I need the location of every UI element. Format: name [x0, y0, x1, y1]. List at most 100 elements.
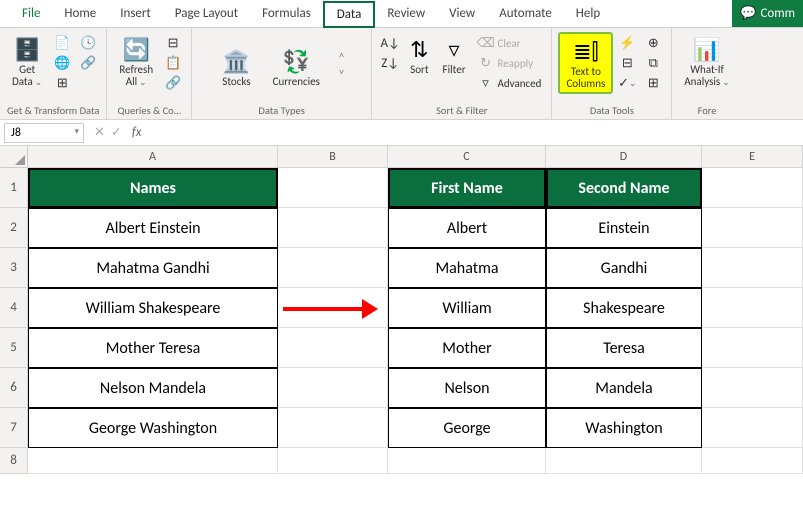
- cell-d4[interactable]: Shakespeare: [546, 288, 702, 328]
- chevron-down-icon[interactable]: ˅: [338, 68, 345, 83]
- existing-connections-button[interactable]: 🔗: [78, 54, 98, 72]
- consolidate-button[interactable]: ⊕: [643, 34, 663, 52]
- from-web-button[interactable]: 🌐: [52, 54, 72, 72]
- cell-b2[interactable]: [278, 208, 388, 248]
- cell-a3[interactable]: Mahatma Gandhi: [28, 248, 278, 288]
- cell-d8[interactable]: [546, 448, 702, 474]
- stocks-button[interactable]: 🏛️ Stocks: [216, 44, 256, 90]
- tab-file[interactable]: File: [10, 2, 52, 25]
- cell-d2[interactable]: Einstein: [546, 208, 702, 248]
- from-table-button[interactable]: ⊞: [52, 74, 72, 92]
- data-types-nav[interactable]: ˄ ˅: [336, 49, 347, 85]
- whatif-button[interactable]: 📊 What-If Analysis: [678, 32, 736, 91]
- tab-automate[interactable]: Automate: [487, 2, 564, 25]
- cell-e8[interactable]: [702, 448, 803, 474]
- reapply-button[interactable]: ↻Reapply: [476, 54, 544, 72]
- cell-b1[interactable]: [278, 168, 388, 208]
- edit-links-button[interactable]: 🔗: [163, 74, 183, 92]
- cell-e6[interactable]: [702, 368, 803, 408]
- col-head-a[interactable]: A: [28, 146, 278, 168]
- text-to-columns-button[interactable]: ≣⫿ Text to Columns: [558, 32, 613, 94]
- cell-a2[interactable]: Albert Einstein: [28, 208, 278, 248]
- row-head-4[interactable]: 4: [0, 288, 28, 328]
- clear-filter-button[interactable]: ⌫Clear: [476, 34, 544, 52]
- cell-c4[interactable]: William: [388, 288, 546, 328]
- enter-formula-button[interactable]: ✓: [111, 125, 122, 140]
- flash-fill-button[interactable]: ⚡: [617, 34, 637, 52]
- cell-c6[interactable]: Nelson: [388, 368, 546, 408]
- tab-comments[interactable]: 💬 Comm: [732, 0, 803, 27]
- cell-d1[interactable]: Second Name: [546, 168, 702, 208]
- tab-home[interactable]: Home: [52, 2, 108, 25]
- cell-d3[interactable]: Gandhi: [546, 248, 702, 288]
- cell-b5[interactable]: [278, 328, 388, 368]
- select-all-corner[interactable]: [0, 146, 28, 168]
- cell-c7[interactable]: George: [388, 408, 546, 448]
- properties-button[interactable]: 📋: [163, 54, 183, 72]
- tab-view[interactable]: View: [437, 2, 487, 25]
- cell-b6[interactable]: [278, 368, 388, 408]
- cell-c5[interactable]: Mother: [388, 328, 546, 368]
- chevron-up-icon[interactable]: ˄: [338, 51, 345, 66]
- cell-a1[interactable]: Names: [28, 168, 278, 208]
- recent-sources-button[interactable]: 🕓: [78, 34, 98, 52]
- cell-a6[interactable]: Nelson Mandela: [28, 368, 278, 408]
- sort-desc-button[interactable]: Z↓: [380, 54, 400, 72]
- tab-page-layout[interactable]: Page Layout: [163, 2, 250, 25]
- row-head-7[interactable]: 7: [0, 408, 28, 448]
- cell-a8[interactable]: [28, 448, 278, 474]
- filter-button[interactable]: ▿ Filter: [437, 32, 472, 78]
- cell-e5[interactable]: [702, 328, 803, 368]
- relationships-button[interactable]: ⧉: [643, 54, 663, 72]
- cell-a4[interactable]: William Shakespeare: [28, 288, 278, 328]
- cell-c3[interactable]: Mahatma: [388, 248, 546, 288]
- cell-a5[interactable]: Mother Teresa: [28, 328, 278, 368]
- cell-e1[interactable]: [702, 168, 803, 208]
- cell-b8[interactable]: [278, 448, 388, 474]
- from-text-csv-button[interactable]: 📄: [52, 34, 72, 52]
- cell-e3[interactable]: [702, 248, 803, 288]
- col-head-d[interactable]: D: [546, 146, 702, 168]
- data-validation-button[interactable]: ✓: [617, 74, 637, 92]
- tab-data[interactable]: Data: [323, 1, 376, 28]
- name-box[interactable]: J8: [4, 123, 84, 143]
- row-head-2[interactable]: 2: [0, 208, 28, 248]
- cell-b3[interactable]: [278, 248, 388, 288]
- tab-formulas[interactable]: Formulas: [250, 2, 323, 25]
- tab-help[interactable]: Help: [564, 2, 612, 25]
- col-head-e[interactable]: E: [702, 146, 803, 168]
- sort-asc-button[interactable]: A↓: [380, 34, 400, 52]
- remove-duplicates-button[interactable]: ⊟: [617, 54, 637, 72]
- cell-c8[interactable]: [388, 448, 546, 474]
- currencies-button[interactable]: 💱 Currencies: [267, 44, 326, 90]
- cell-d6[interactable]: Mandela: [546, 368, 702, 408]
- sort-button[interactable]: ⇅ Sort: [404, 32, 434, 78]
- formula-input[interactable]: [149, 124, 803, 142]
- row-head-1[interactable]: 1: [0, 168, 28, 208]
- get-data-button[interactable]: 🗄️ Get Data: [6, 32, 48, 91]
- data-model-button[interactable]: ⊞: [643, 74, 663, 92]
- row-head-3[interactable]: 3: [0, 248, 28, 288]
- tab-review[interactable]: Review: [375, 2, 437, 25]
- fx-label[interactable]: fx: [132, 125, 150, 140]
- col-head-c[interactable]: C: [388, 146, 546, 168]
- cell-b7[interactable]: [278, 408, 388, 448]
- cell-e4[interactable]: [702, 288, 803, 328]
- row-head-6[interactable]: 6: [0, 368, 28, 408]
- tab-insert[interactable]: Insert: [108, 2, 163, 25]
- row-head-5[interactable]: 5: [0, 328, 28, 368]
- refresh-all-button[interactable]: 🔄 Refresh All: [113, 32, 159, 91]
- queries-connections-button[interactable]: ⊟: [163, 34, 183, 52]
- row-head-8[interactable]: 8: [0, 448, 28, 474]
- cell-d7[interactable]: Washington: [546, 408, 702, 448]
- cell-c1[interactable]: First Name: [388, 168, 546, 208]
- cell-c2[interactable]: Albert: [388, 208, 546, 248]
- cell-b4[interactable]: [278, 288, 388, 328]
- cancel-formula-button[interactable]: ✕: [94, 125, 105, 140]
- col-head-b[interactable]: B: [278, 146, 388, 168]
- cell-d5[interactable]: Teresa: [546, 328, 702, 368]
- cell-e2[interactable]: [702, 208, 803, 248]
- cell-e7[interactable]: [702, 408, 803, 448]
- advanced-filter-button[interactable]: ▿Advanced: [476, 74, 544, 92]
- cell-a7[interactable]: George Washington: [28, 408, 278, 448]
